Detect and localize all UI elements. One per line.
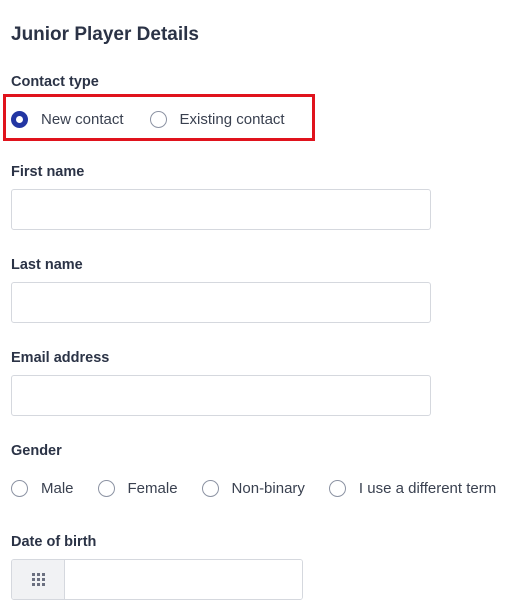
date-of-birth-field xyxy=(11,559,303,600)
calendar-button[interactable] xyxy=(12,560,65,599)
radio-new-contact[interactable] xyxy=(11,110,28,128)
gender-label: Gender xyxy=(11,443,62,459)
radio-label-new-contact: New contact xyxy=(41,110,124,128)
radio-non-binary[interactable] xyxy=(201,479,219,497)
contact-type-radio-group: New contact Existing contact xyxy=(11,108,285,130)
calendar-grid-icon xyxy=(31,573,45,586)
email-label: Email address xyxy=(11,350,110,366)
last-name-input[interactable] xyxy=(11,282,431,323)
radio-label-female: Female xyxy=(127,479,178,497)
gender-option-female[interactable]: Female xyxy=(97,479,178,497)
radio-label-non-binary: Non-binary xyxy=(231,479,305,497)
first-name-label: First name xyxy=(11,164,85,180)
date-of-birth-input[interactable] xyxy=(65,560,302,599)
section-title: Junior Player Details xyxy=(11,24,199,45)
radio-existing-contact[interactable] xyxy=(149,110,167,128)
gender-radio-group: Male Female Non-binary I use a different… xyxy=(11,477,496,499)
gender-option-non-binary[interactable]: Non-binary xyxy=(201,479,305,497)
radio-label-different-term: I use a different term xyxy=(358,479,497,497)
radio-male[interactable] xyxy=(11,479,28,497)
contact-type-option-new[interactable]: New contact xyxy=(11,110,124,128)
radio-different-term[interactable] xyxy=(328,479,346,497)
radio-female[interactable] xyxy=(97,479,115,497)
date-of-birth-label: Date of birth xyxy=(11,534,97,550)
first-name-input[interactable] xyxy=(11,189,431,230)
contact-type-label: Contact type xyxy=(11,74,99,90)
last-name-label: Last name xyxy=(11,257,83,273)
radio-label-existing-contact: Existing contact xyxy=(179,110,285,128)
radio-label-male: Male xyxy=(41,479,74,497)
contact-type-option-existing[interactable]: Existing contact xyxy=(149,110,285,128)
gender-option-different-term[interactable]: I use a different term xyxy=(328,479,497,497)
email-input[interactable] xyxy=(11,375,431,416)
gender-option-male[interactable]: Male xyxy=(11,479,74,497)
